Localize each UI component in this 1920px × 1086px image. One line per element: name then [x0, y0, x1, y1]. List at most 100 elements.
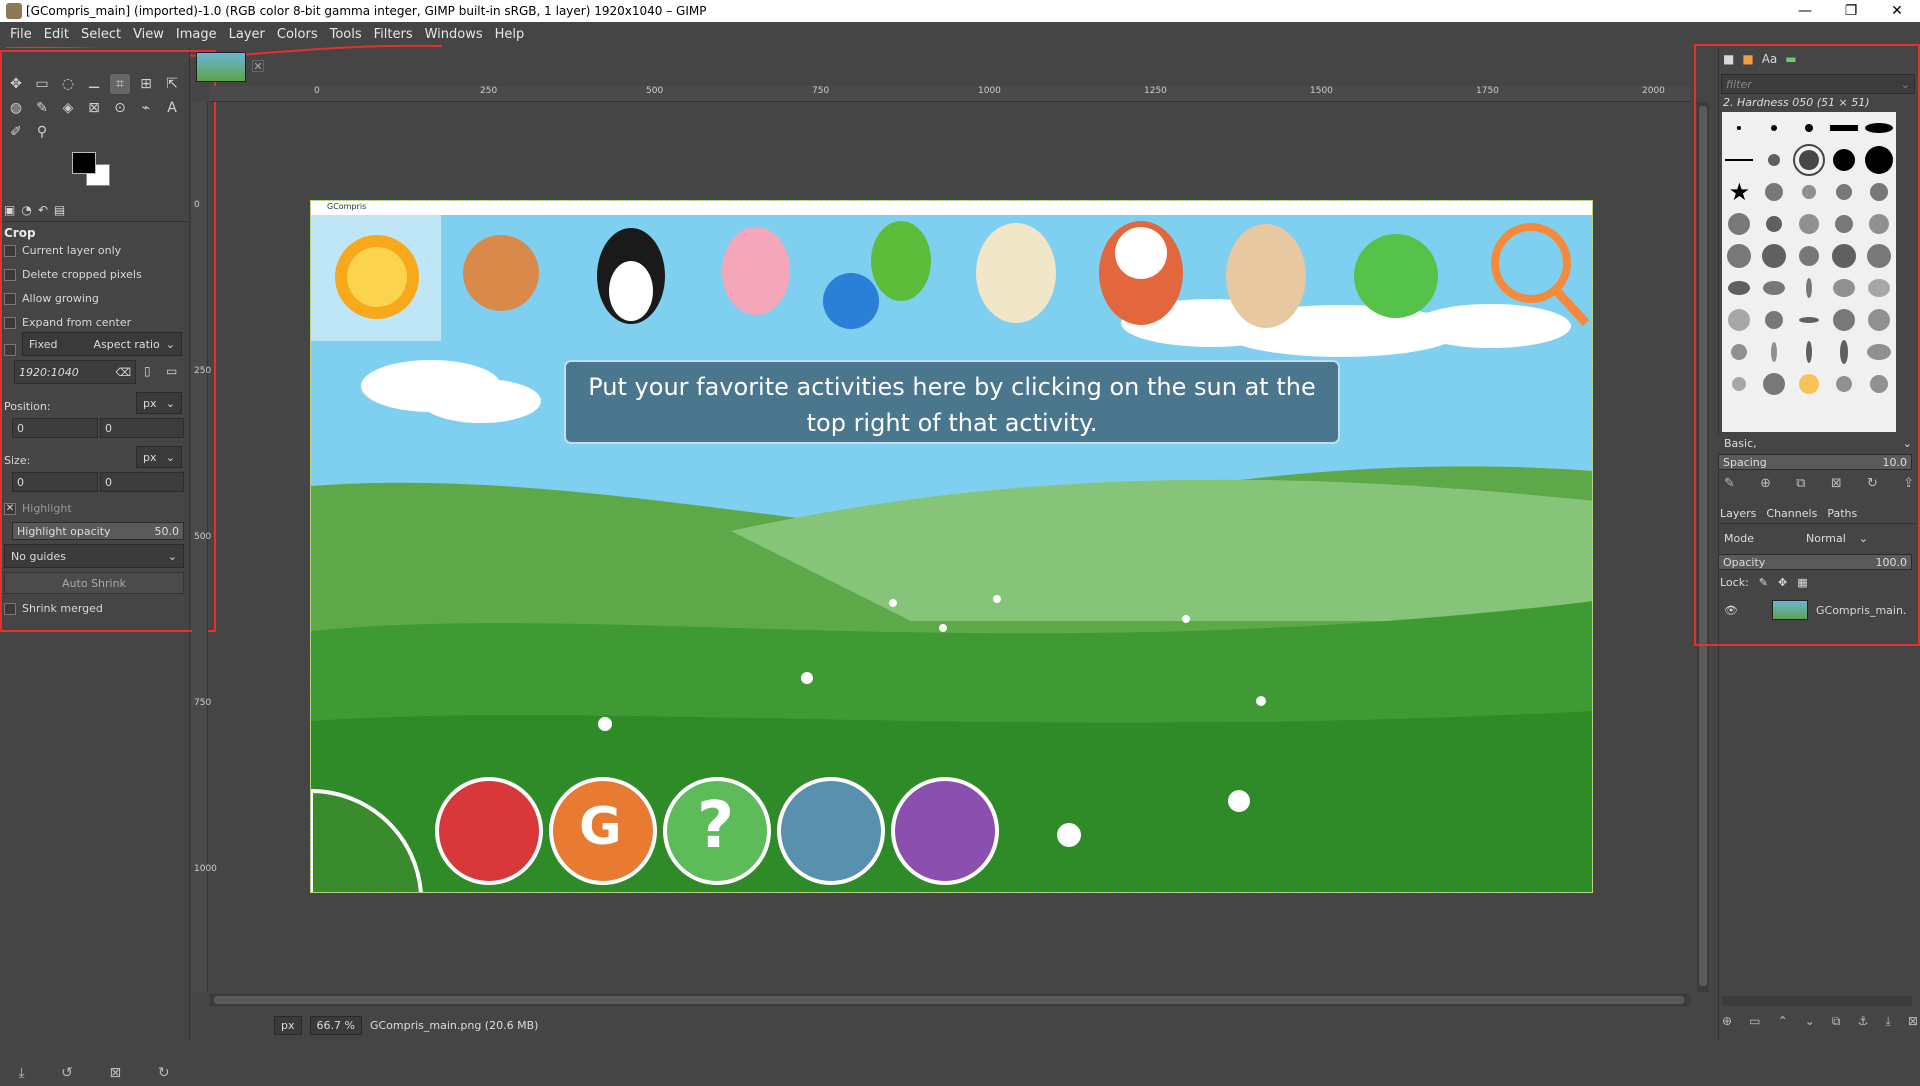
aspect-ratio-input[interactable]: 1920:1040 ⌫: [14, 360, 136, 384]
menu-view[interactable]: View: [127, 22, 170, 48]
gradients-tab-icon[interactable]: ▬: [1785, 52, 1796, 66]
rect-select-tool-icon[interactable]: ▭: [32, 74, 52, 94]
restore-options-icon[interactable]: ↺: [61, 1065, 73, 1081]
fixed-option[interactable]: [4, 344, 16, 356]
save-options-icon[interactable]: ⤓: [18, 1065, 24, 1081]
brush-preview[interactable]: [1768, 154, 1781, 166]
tool-options-tab-icon[interactable]: ▣: [4, 203, 15, 217]
clear-field-icon[interactable]: ⌫: [115, 366, 131, 379]
tab-paths[interactable]: Paths: [1827, 507, 1857, 520]
shrink-merged-option[interactable]: Shrink merged: [4, 602, 103, 615]
new-group-icon[interactable]: ▭: [1749, 1014, 1760, 1029]
brush-preview[interactable]: [1737, 126, 1742, 130]
brushes-tab-icon[interactable]: ■: [1723, 52, 1734, 66]
image-canvas[interactable]: GCompris Put your favorite activities he…: [310, 200, 1593, 893]
horizontal-scrollbar[interactable]: [210, 994, 1690, 1006]
delete-options-icon[interactable]: ⊠: [110, 1065, 122, 1081]
menu-edit[interactable]: Edit: [38, 22, 75, 48]
brush-preview[interactable]: [1835, 376, 1852, 392]
brush-preview[interactable]: [1766, 216, 1783, 232]
menu-filters[interactable]: Filters: [368, 22, 419, 48]
edit-brush-icon[interactable]: ✎: [1724, 476, 1735, 491]
brush-preview[interactable]: [1867, 279, 1890, 297]
smudge-tool-icon[interactable]: ⊙: [110, 98, 130, 118]
brush-preview[interactable]: [1798, 246, 1819, 266]
paths-tool-icon[interactable]: ⌁: [136, 98, 156, 118]
vertical-ruler[interactable]: 0 250 500 750 1000: [192, 102, 217, 992]
current-layer-only-option[interactable]: Current layer only: [4, 244, 121, 257]
eraser-tool-icon[interactable]: ◈: [58, 98, 78, 118]
position-x-input[interactable]: 0: [12, 418, 98, 438]
lock-pixels-icon[interactable]: ✎: [1759, 576, 1768, 589]
layer-mode-select[interactable]: Normal ⌄: [1800, 528, 1874, 548]
duplicate-layer-icon[interactable]: ⧉: [1832, 1014, 1841, 1029]
brush-preview[interactable]: [1829, 125, 1858, 131]
brush-preview[interactable]: [1831, 244, 1856, 268]
brush-preview[interactable]: [1864, 123, 1893, 133]
delete-cropped-option[interactable]: Delete cropped pixels: [4, 268, 142, 281]
brush-preview[interactable]: [1763, 373, 1786, 395]
fixed-mode-select[interactable]: Fixed Aspect ratio ⌄: [22, 332, 182, 356]
vertical-scrollbar[interactable]: [1697, 102, 1709, 992]
new-brush-icon[interactable]: ⊕: [1760, 476, 1771, 491]
scrollbar-thumb[interactable]: [1699, 106, 1707, 986]
text-tool-icon[interactable]: A: [162, 98, 182, 118]
close-icon[interactable]: ✕: [252, 60, 264, 73]
brush-preview[interactable]: [1727, 244, 1752, 268]
menu-tools[interactable]: Tools: [324, 22, 368, 48]
brush-preview[interactable]: [1832, 149, 1855, 171]
foreground-color-swatch[interactable]: [72, 152, 96, 174]
menu-help[interactable]: Help: [489, 22, 531, 48]
clone-tool-icon[interactable]: ⊠: [84, 98, 104, 118]
patterns-tab-icon[interactable]: ■: [1742, 52, 1753, 66]
lower-layer-icon[interactable]: ⌄: [1805, 1014, 1815, 1029]
menu-select[interactable]: Select: [75, 22, 127, 48]
brush-preview[interactable]: [1867, 309, 1890, 331]
allow-growing-option[interactable]: Allow growing: [4, 292, 99, 305]
new-layer-icon[interactable]: ⊕: [1722, 1014, 1732, 1029]
checkbox[interactable]: [4, 316, 16, 329]
tab-channels[interactable]: Channels: [1766, 507, 1817, 520]
star-icon[interactable]: ★: [1729, 178, 1751, 206]
brush-grid[interactable]: ★: [1722, 112, 1896, 432]
auto-shrink-button[interactable]: Auto Shrink: [4, 572, 184, 594]
image-thumbnail-tab[interactable]: [196, 52, 246, 82]
paintbrush-tool-icon[interactable]: ✎: [32, 98, 52, 118]
lasso-tool-icon[interactable]: ◌: [58, 74, 78, 94]
scrollbar-thumb[interactable]: [214, 996, 1684, 1004]
move-tool-icon[interactable]: ✥: [6, 74, 26, 94]
horizontal-ruler[interactable]: 0 250 500 750 1000 1250 1500 1750 2000: [210, 86, 1690, 102]
portrait-icon[interactable]: ▯: [144, 364, 151, 378]
brush-preview[interactable]: [1839, 340, 1848, 364]
delete-layer-icon[interactable]: ⊠: [1908, 1014, 1918, 1029]
layer-opacity-slider[interactable]: Opacity 100.0: [1718, 554, 1912, 570]
brush-preview[interactable]: [1805, 278, 1812, 298]
menu-windows[interactable]: Windows: [419, 22, 489, 48]
brush-preview[interactable]: [1765, 311, 1784, 329]
unit-select[interactable]: px: [274, 1015, 302, 1035]
layer-row[interactable]: 👁 GCompris_main.: [1720, 596, 1916, 624]
layers-scrollbar[interactable]: [1722, 996, 1912, 1006]
position-y-input[interactable]: 0: [100, 418, 184, 438]
brush-preview[interactable]: [1728, 281, 1751, 295]
checkbox[interactable]: [4, 268, 16, 281]
brush-preview[interactable]: [1805, 341, 1812, 363]
size-w-input[interactable]: 0: [12, 472, 98, 492]
brush-preset-select[interactable]: Basic, ⌄: [1718, 434, 1918, 452]
checkbox[interactable]: [4, 292, 16, 305]
menu-file[interactable]: File: [4, 22, 38, 48]
brush-preview[interactable]: [1732, 377, 1747, 391]
brush-preview[interactable]: [1866, 244, 1891, 268]
brush-preview[interactable]: [1731, 344, 1748, 360]
open-brush-icon[interactable]: ⇪: [1903, 476, 1914, 491]
device-status-tab-icon[interactable]: ◔: [21, 203, 31, 217]
brush-preview[interactable]: [1771, 342, 1778, 362]
brush-filter-input[interactable]: filter ⌄: [1721, 74, 1915, 94]
expand-center-option[interactable]: Expand from center: [4, 316, 131, 329]
brush-preview[interactable]: [1728, 213, 1751, 235]
guides-select[interactable]: No guides ⌄: [4, 544, 184, 568]
brush-preview[interactable]: [1728, 309, 1751, 331]
brush-preview[interactable]: [1868, 214, 1889, 234]
menu-image[interactable]: Image: [170, 22, 223, 48]
tab-layers[interactable]: Layers: [1720, 507, 1756, 520]
